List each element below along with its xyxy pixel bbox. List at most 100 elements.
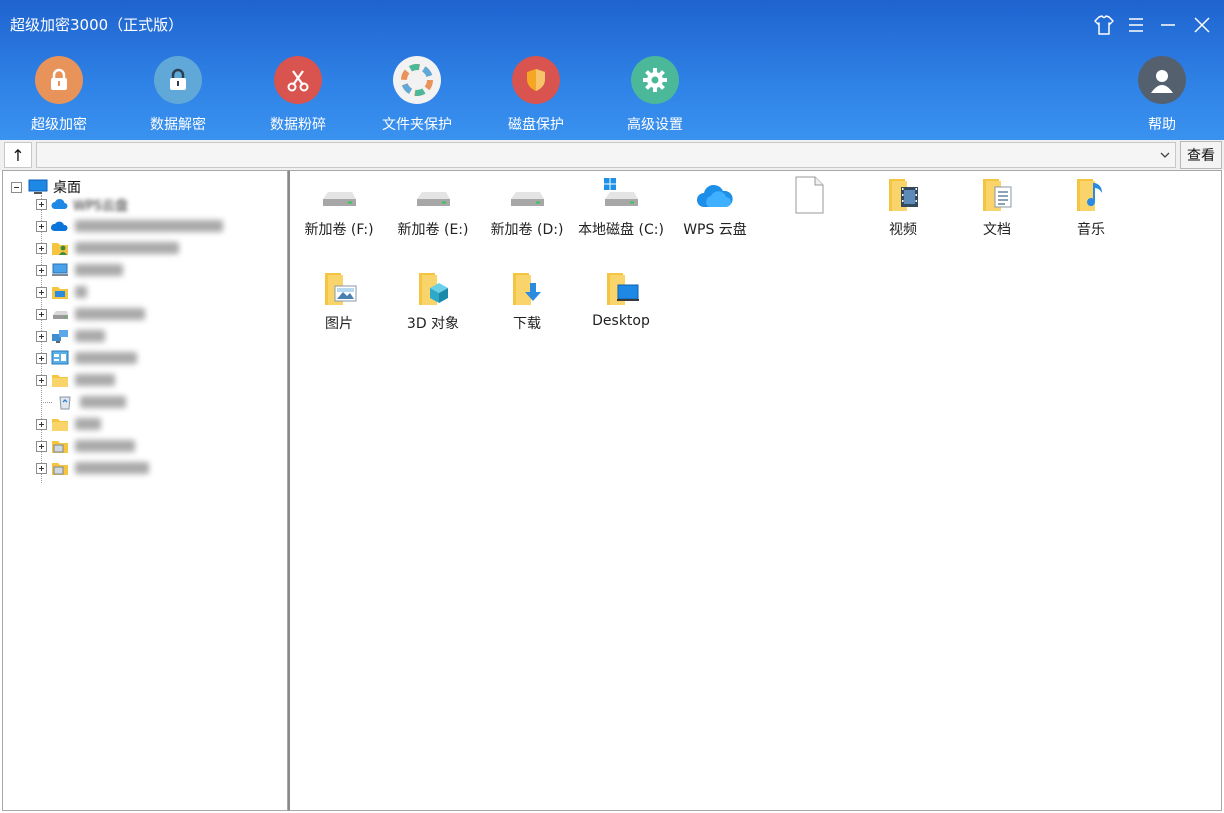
redacted-label [75, 220, 223, 232]
redacted-label [75, 264, 123, 276]
file-item-label: 新加卷 (E:) [397, 222, 469, 238]
advanced-settings-label: 高级设置 [627, 117, 683, 133]
expand-toggle[interactable] [36, 308, 47, 320]
file-item-label: 新加卷 (D:) [490, 222, 564, 238]
folder-tree[interactable]: 桌面 WPS云盘 [2, 170, 288, 811]
file-item[interactable]: 新加卷 (E:) [386, 175, 480, 239]
expand-toggle[interactable] [36, 440, 47, 452]
close-icon[interactable] [1189, 12, 1215, 38]
3d-objects-folder-icon [413, 269, 453, 309]
file-item[interactable]: 3D 对象 [386, 269, 480, 333]
tree-item[interactable] [36, 415, 101, 433]
file-item-label: 3D 对象 [406, 316, 460, 332]
user-icon [1138, 56, 1186, 104]
help-button[interactable]: 帮助 [1107, 56, 1217, 134]
expand-toggle[interactable] [36, 374, 47, 386]
file-item[interactable]: 图片 [292, 269, 386, 333]
unlock-icon [154, 56, 202, 104]
tree-item[interactable] [36, 261, 123, 279]
minimize-icon[interactable] [1155, 12, 1181, 38]
system-drive-icon [601, 175, 641, 215]
disk-protect-label: 磁盘保护 [508, 117, 564, 133]
blank-file-icon [789, 175, 829, 215]
file-item[interactable]: 视频 [856, 175, 950, 239]
redacted-label [75, 308, 145, 320]
tree-root-desktop[interactable]: 桌面 [11, 177, 81, 197]
drive-icon [51, 306, 69, 322]
tree-item[interactable] [36, 437, 135, 455]
menu-icon[interactable] [1123, 12, 1149, 38]
skin-icon[interactable] [1091, 12, 1117, 38]
file-view[interactable]: 新加卷 (F:) 新加卷 (E:) 新加卷 (D:) 本地磁盘 (C:) WPS 云盘 视… [288, 170, 1222, 811]
path-combobox[interactable] [36, 142, 1176, 168]
downloads-folder-icon [507, 269, 547, 309]
up-button[interactable]: ↑ [4, 142, 32, 168]
file-item[interactable]: WPS 云盘 [668, 175, 762, 239]
tree-item[interactable] [36, 459, 149, 477]
desktop-folder-icon [601, 269, 641, 309]
tree-item[interactable]: WPS云盘 [36, 195, 128, 214]
expand-toggle[interactable] [36, 330, 47, 342]
file-item[interactable]: 新加卷 (D:) [480, 175, 574, 239]
gear-icon [631, 56, 679, 104]
control-panel-icon [51, 350, 69, 366]
tree-item[interactable] [36, 393, 126, 411]
music-folder-icon [1071, 175, 1111, 215]
file-item[interactable]: 新加卷 (F:) [292, 175, 386, 239]
redacted-label [75, 374, 115, 386]
folder-protect-label: 文件夹保护 [382, 117, 452, 133]
tree-item[interactable] [36, 371, 115, 389]
file-item-label: 新加卷 (F:) [304, 222, 374, 238]
file-item[interactable]: 文档 [950, 175, 1044, 239]
tree-item[interactable] [36, 239, 179, 257]
tree-item[interactable] [36, 305, 145, 323]
expand-toggle[interactable] [36, 286, 47, 298]
folder-protect-button[interactable]: 文件夹保护 [362, 56, 472, 134]
expand-toggle[interactable] [36, 418, 47, 430]
chevron-down-icon[interactable] [1159, 148, 1171, 166]
documents-folder-icon [977, 175, 1017, 215]
disk-protect-button[interactable]: 磁盘保护 [481, 56, 591, 134]
shield-icon [512, 56, 560, 104]
tree-item[interactable] [36, 217, 223, 235]
decrypt-button[interactable]: 数据解密 [123, 56, 233, 134]
wps-cloud-icon [695, 175, 735, 215]
tree-connector [41, 401, 52, 403]
super-encrypt-button[interactable]: 超级加密 [4, 56, 114, 134]
expand-toggle[interactable] [36, 198, 47, 210]
redacted-label [75, 242, 179, 254]
collapse-toggle[interactable] [11, 181, 22, 193]
file-item-label: 本地磁盘 (C:) [578, 222, 664, 238]
app-title: 超级加密3000（正式版） [10, 16, 184, 34]
file-item-label: Desktop [592, 313, 650, 329]
folder-icon [51, 372, 69, 388]
folder-doc-icon [51, 460, 69, 476]
tree-item[interactable] [36, 327, 105, 345]
help-label: 帮助 [1148, 117, 1176, 133]
expand-toggle[interactable] [36, 242, 47, 254]
advanced-settings-button[interactable]: 高级设置 [600, 56, 710, 134]
tree-item[interactable] [36, 283, 87, 301]
expand-toggle[interactable] [36, 220, 47, 232]
expand-toggle[interactable] [36, 264, 47, 276]
onedrive-icon [50, 218, 69, 234]
view-button[interactable]: 查看 [1180, 141, 1222, 169]
file-item[interactable]: 本地磁盘 (C:) [574, 175, 668, 239]
file-item[interactable] [762, 175, 856, 219]
tree-item-label: WPS云盘 [73, 198, 128, 214]
file-item-label: 音乐 [1077, 222, 1105, 238]
title-bar: 超级加密3000（正式版） 超级加密 数据解密 数据粉碎 文件夹保护 磁盘保护 … [0, 0, 1224, 140]
redacted-label [75, 418, 101, 430]
decrypt-label: 数据解密 [150, 117, 206, 133]
file-item[interactable]: 音乐 [1044, 175, 1138, 239]
file-item[interactable]: Desktop [574, 269, 668, 329]
expand-toggle[interactable] [36, 462, 47, 474]
tree-item[interactable] [36, 349, 137, 367]
redacted-label [75, 440, 135, 452]
expand-toggle[interactable] [36, 352, 47, 364]
shred-button[interactable]: 数据粉碎 [243, 56, 353, 134]
recycle-bin-icon [56, 394, 74, 410]
computer-icon [51, 262, 69, 278]
file-item[interactable]: 下载 [480, 269, 574, 333]
super-encrypt-label: 超级加密 [31, 117, 87, 133]
